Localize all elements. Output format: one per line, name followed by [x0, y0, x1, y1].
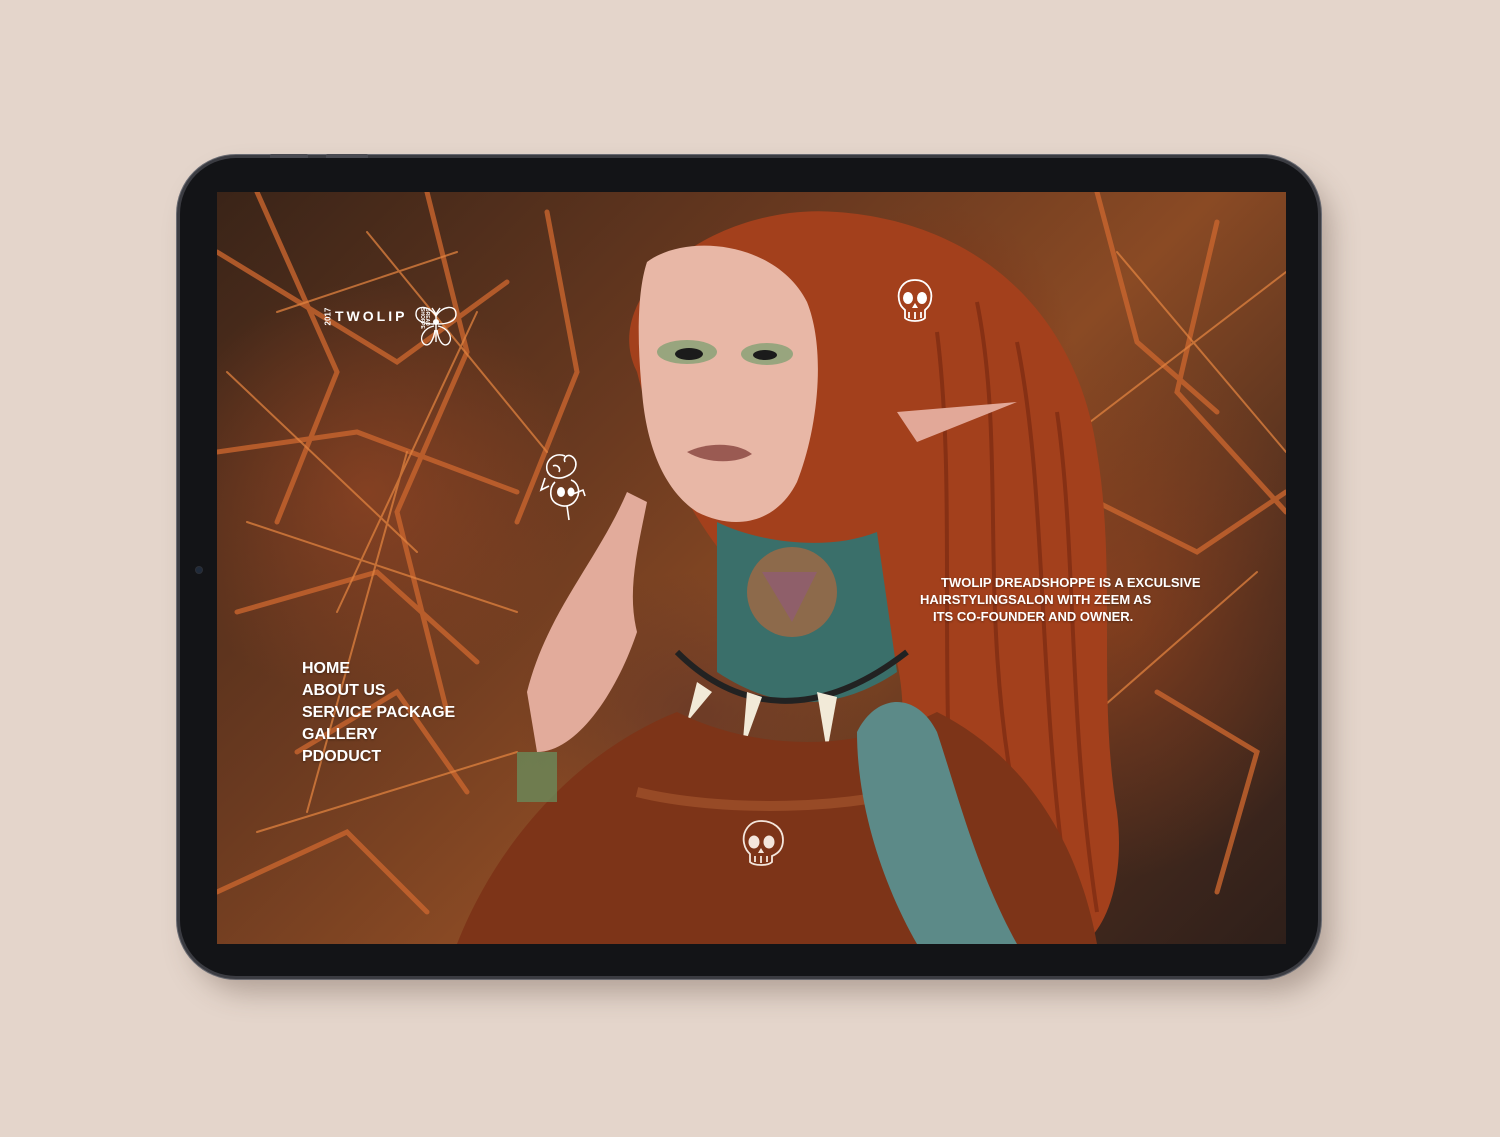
skull-icon: [897, 279, 933, 322]
logo-wordmark: TWOLIP: [335, 308, 408, 324]
skull-icon: [742, 820, 784, 866]
rose-skull-icon: [539, 454, 586, 521]
intro-text: TWOLIP DREADSHOPPE IS A EXCULSIVE HAIRST…: [917, 574, 1217, 625]
nav-item-home[interactable]: HOME: [302, 658, 455, 680]
intro-line: HAIRSTYLINGSALON WITH ZEEM AS: [920, 592, 1152, 607]
volume-button: [270, 154, 308, 158]
nav-item-service-package[interactable]: SERVICE PACKAGE: [302, 702, 455, 724]
butterfly-icon: [415, 306, 457, 346]
intro-line: TWOLIP DREADSHOPPE IS A EXCULSIVE: [941, 575, 1201, 590]
intro-line: ITS CO-FOUNDER AND OWNER.: [933, 609, 1134, 624]
nav-item-gallery[interactable]: GALLERY: [302, 724, 455, 746]
logo-year: 2017: [323, 307, 333, 325]
nav-item-product[interactable]: PDODUCT: [302, 746, 455, 768]
main-nav: HOME ABOUT US SERVICE PACKAGE GALLERY PD…: [302, 658, 455, 768]
mockup-scene: 2017 TWOLIP DREAD SHOPPE TWOLIP DREADSHO…: [0, 0, 1500, 1137]
front-camera: [196, 567, 202, 573]
website-screen: 2017 TWOLIP DREAD SHOPPE TWOLIP DREADSHO…: [217, 192, 1286, 944]
nav-item-about-us[interactable]: ABOUT US: [302, 680, 455, 702]
brand-logo[interactable]: 2017 TWOLIP DREAD SHOPPE: [319, 306, 457, 346]
volume-button-2: [326, 154, 368, 158]
